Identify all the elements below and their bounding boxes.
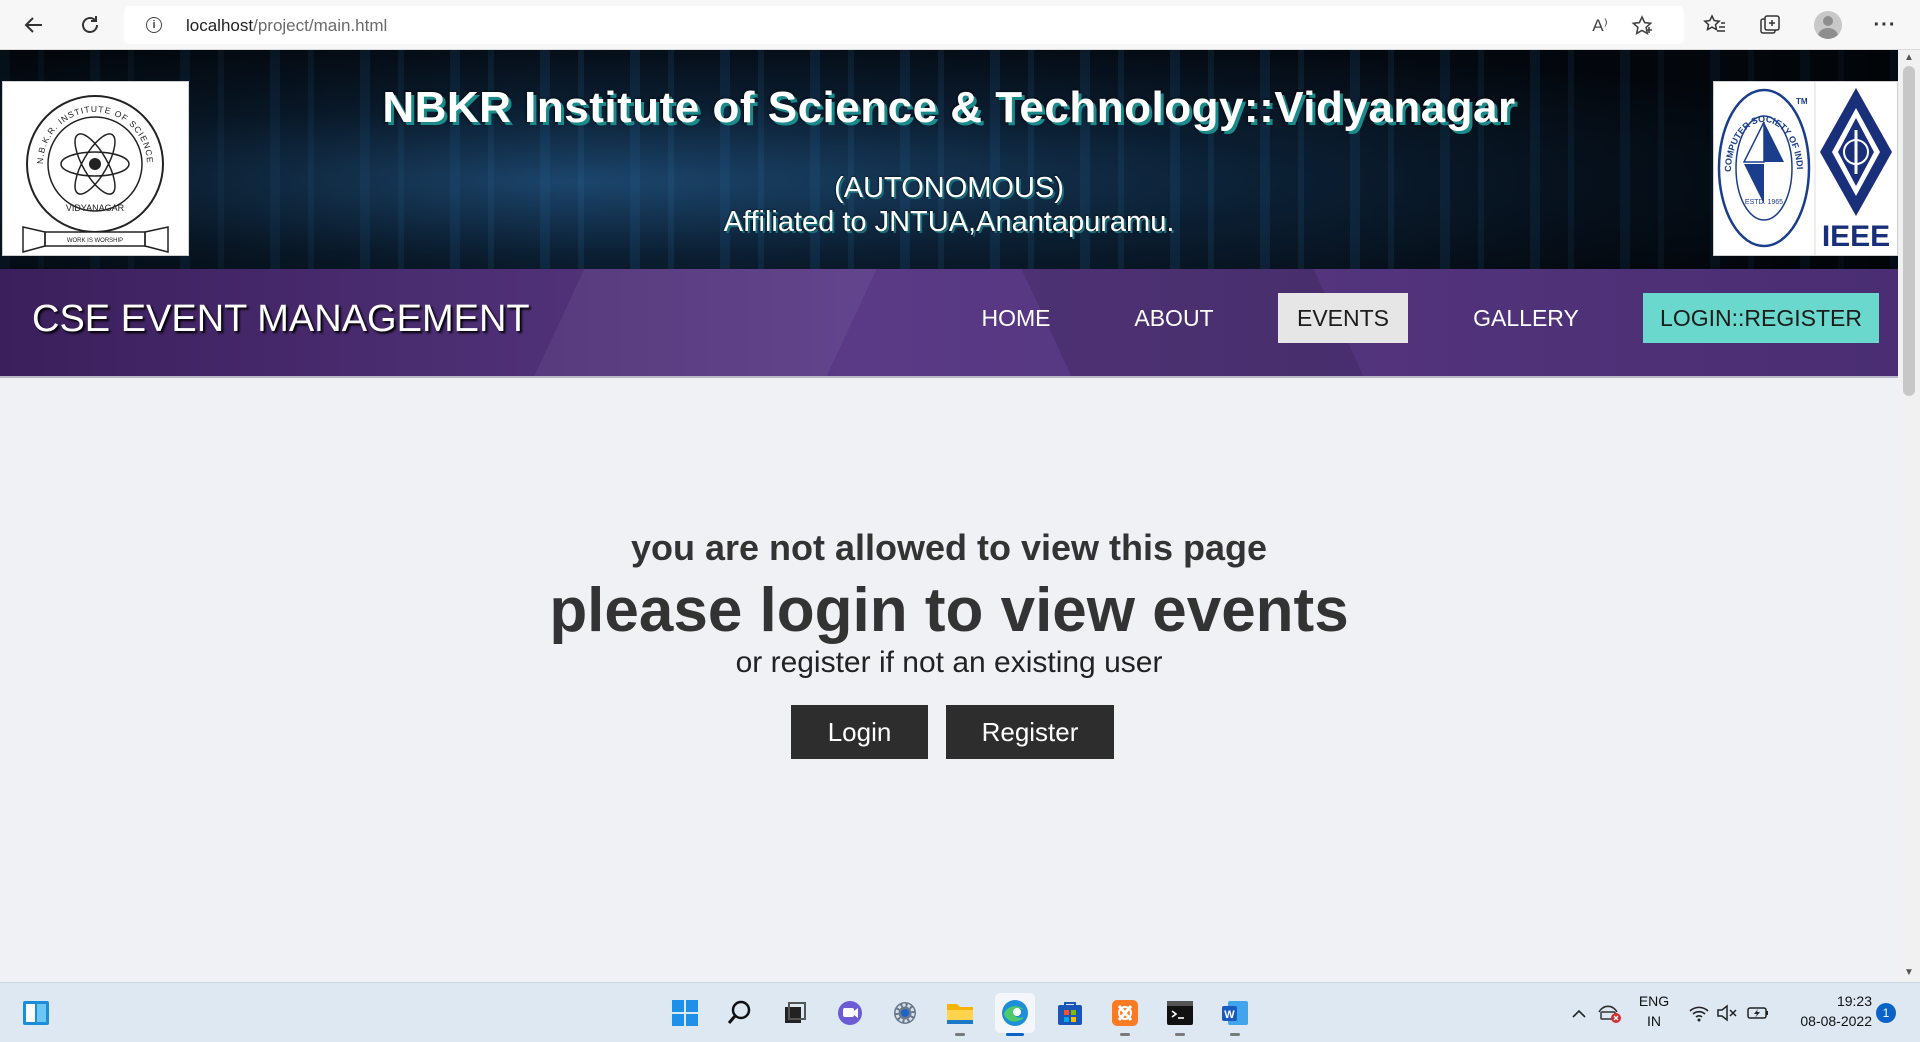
chat-icon[interactable] [830, 993, 870, 1033]
register-prompt: or register if not an existing user [735, 646, 1163, 679]
nav-login-register[interactable]: LOGIN::REGISTER [1643, 293, 1879, 343]
back-arrow-icon [24, 17, 42, 33]
nav-gallery[interactable]: GALLERY [1458, 293, 1594, 343]
search-icon[interactable] [720, 993, 760, 1033]
settings-icon[interactable] [885, 993, 925, 1033]
affiliation-text: Affiliated to JNTUA,Anantapuramu. [723, 206, 1175, 238]
file-explorer-icon[interactable] [940, 993, 980, 1036]
scroll-down-icon[interactable]: ▼ [1904, 968, 1914, 978]
region-indicator[interactable]: IN [1634, 1013, 1674, 1029]
store-icon[interactable] [1050, 993, 1090, 1033]
address-bar[interactable]: i localhost/project/main.html A⁾ [124, 6, 1684, 44]
page-scrollbar[interactable]: ▲ ▼ [1898, 50, 1920, 982]
ieee-logo: IEEE [1820, 88, 1892, 253]
read-aloud-icon[interactable]: A⁾ [1588, 14, 1612, 38]
url-host: localhost [186, 16, 254, 35]
header-banner: N.B.K.R. INSTITUTE OF SCIENCE AND TECHNO… [0, 50, 1898, 269]
ieee-text: IEEE [1822, 220, 1890, 253]
main-navbar: CSE EVENT MANAGEMENT HOME ABOUT EVENTS G… [0, 269, 1898, 378]
partner-logos: COMPUTER SOCIETY OF INDIA TM ESTD. 1965 … [1711, 74, 1898, 256]
task-view-icon[interactable] [775, 993, 815, 1033]
more-menu-icon[interactable]: ··· [1870, 10, 1900, 40]
widgets-icon[interactable] [16, 993, 56, 1033]
autonomous-text: (AUTONOMOUS) [834, 172, 1064, 204]
clock-time[interactable]: 19:23 [1782, 993, 1872, 1009]
nav-home[interactable]: HOME [960, 293, 1072, 343]
show-hidden-icons-icon[interactable] [1568, 993, 1590, 1033]
profile-avatar[interactable] [1814, 11, 1842, 39]
csi-tm-text: TM [1796, 97, 1808, 106]
institute-title: NBKR Institute of Science & Technology::… [382, 83, 1516, 132]
svg-text:W: W [1224, 1009, 1235, 1021]
nav-events[interactable]: EVENTS [1278, 293, 1408, 343]
add-favorite-icon[interactable] [1630, 14, 1654, 38]
clock-date[interactable]: 08-08-2022 [1782, 1013, 1872, 1029]
login-button[interactable]: Login [791, 705, 928, 759]
terminal-icon[interactable] [1160, 993, 1200, 1036]
scroll-thumb[interactable] [1903, 66, 1915, 396]
url-text: localhost/project/main.html [186, 16, 387, 36]
csi-estd-text: ESTD. 1965 [1745, 199, 1783, 206]
web-page: N.B.K.R. INSTITUTE OF SCIENCE AND TECHNO… [0, 50, 1898, 982]
site-brand[interactable]: CSE EVENT MANAGEMENT [32, 298, 530, 341]
language-indicator[interactable]: ENG [1634, 993, 1674, 1009]
volume-muted-icon[interactable] [1714, 993, 1740, 1033]
login-prompt-heading: please login to view events [549, 576, 1349, 645]
nav-about[interactable]: ABOUT [1114, 293, 1234, 343]
start-icon[interactable] [665, 993, 705, 1033]
edge-browser-icon[interactable] [995, 993, 1035, 1036]
network-error-icon[interactable] [1594, 993, 1624, 1033]
wifi-icon[interactable] [1686, 993, 1712, 1033]
not-allowed-message: you are not allowed to view this page [630, 527, 1268, 568]
refresh-icon [82, 16, 98, 33]
browser-toolbar: i localhost/project/main.html A⁾ ··· [0, 0, 1920, 50]
collections-icon[interactable] [1755, 10, 1785, 40]
favorites-icon[interactable] [1700, 10, 1730, 40]
xampp-icon[interactable] [1105, 993, 1145, 1036]
csi-logo: COMPUTER SOCIETY OF INDIA TM ESTD. 1965 [1711, 74, 1811, 248]
back-button[interactable] [18, 9, 50, 41]
register-button[interactable]: Register [946, 705, 1114, 759]
word-icon[interactable]: W [1215, 993, 1255, 1036]
site-info-icon[interactable]: i [146, 17, 162, 33]
scroll-up-icon[interactable]: ▲ [1904, 53, 1914, 63]
battery-charging-icon[interactable] [1744, 993, 1772, 1033]
refresh-button[interactable] [74, 9, 106, 41]
notification-badge[interactable]: 1 [1876, 1003, 1896, 1023]
windows-taskbar: W ENG IN 19:23 08-08-2022 1 [0, 982, 1920, 1042]
url-path: /project/main.html [253, 16, 388, 35]
